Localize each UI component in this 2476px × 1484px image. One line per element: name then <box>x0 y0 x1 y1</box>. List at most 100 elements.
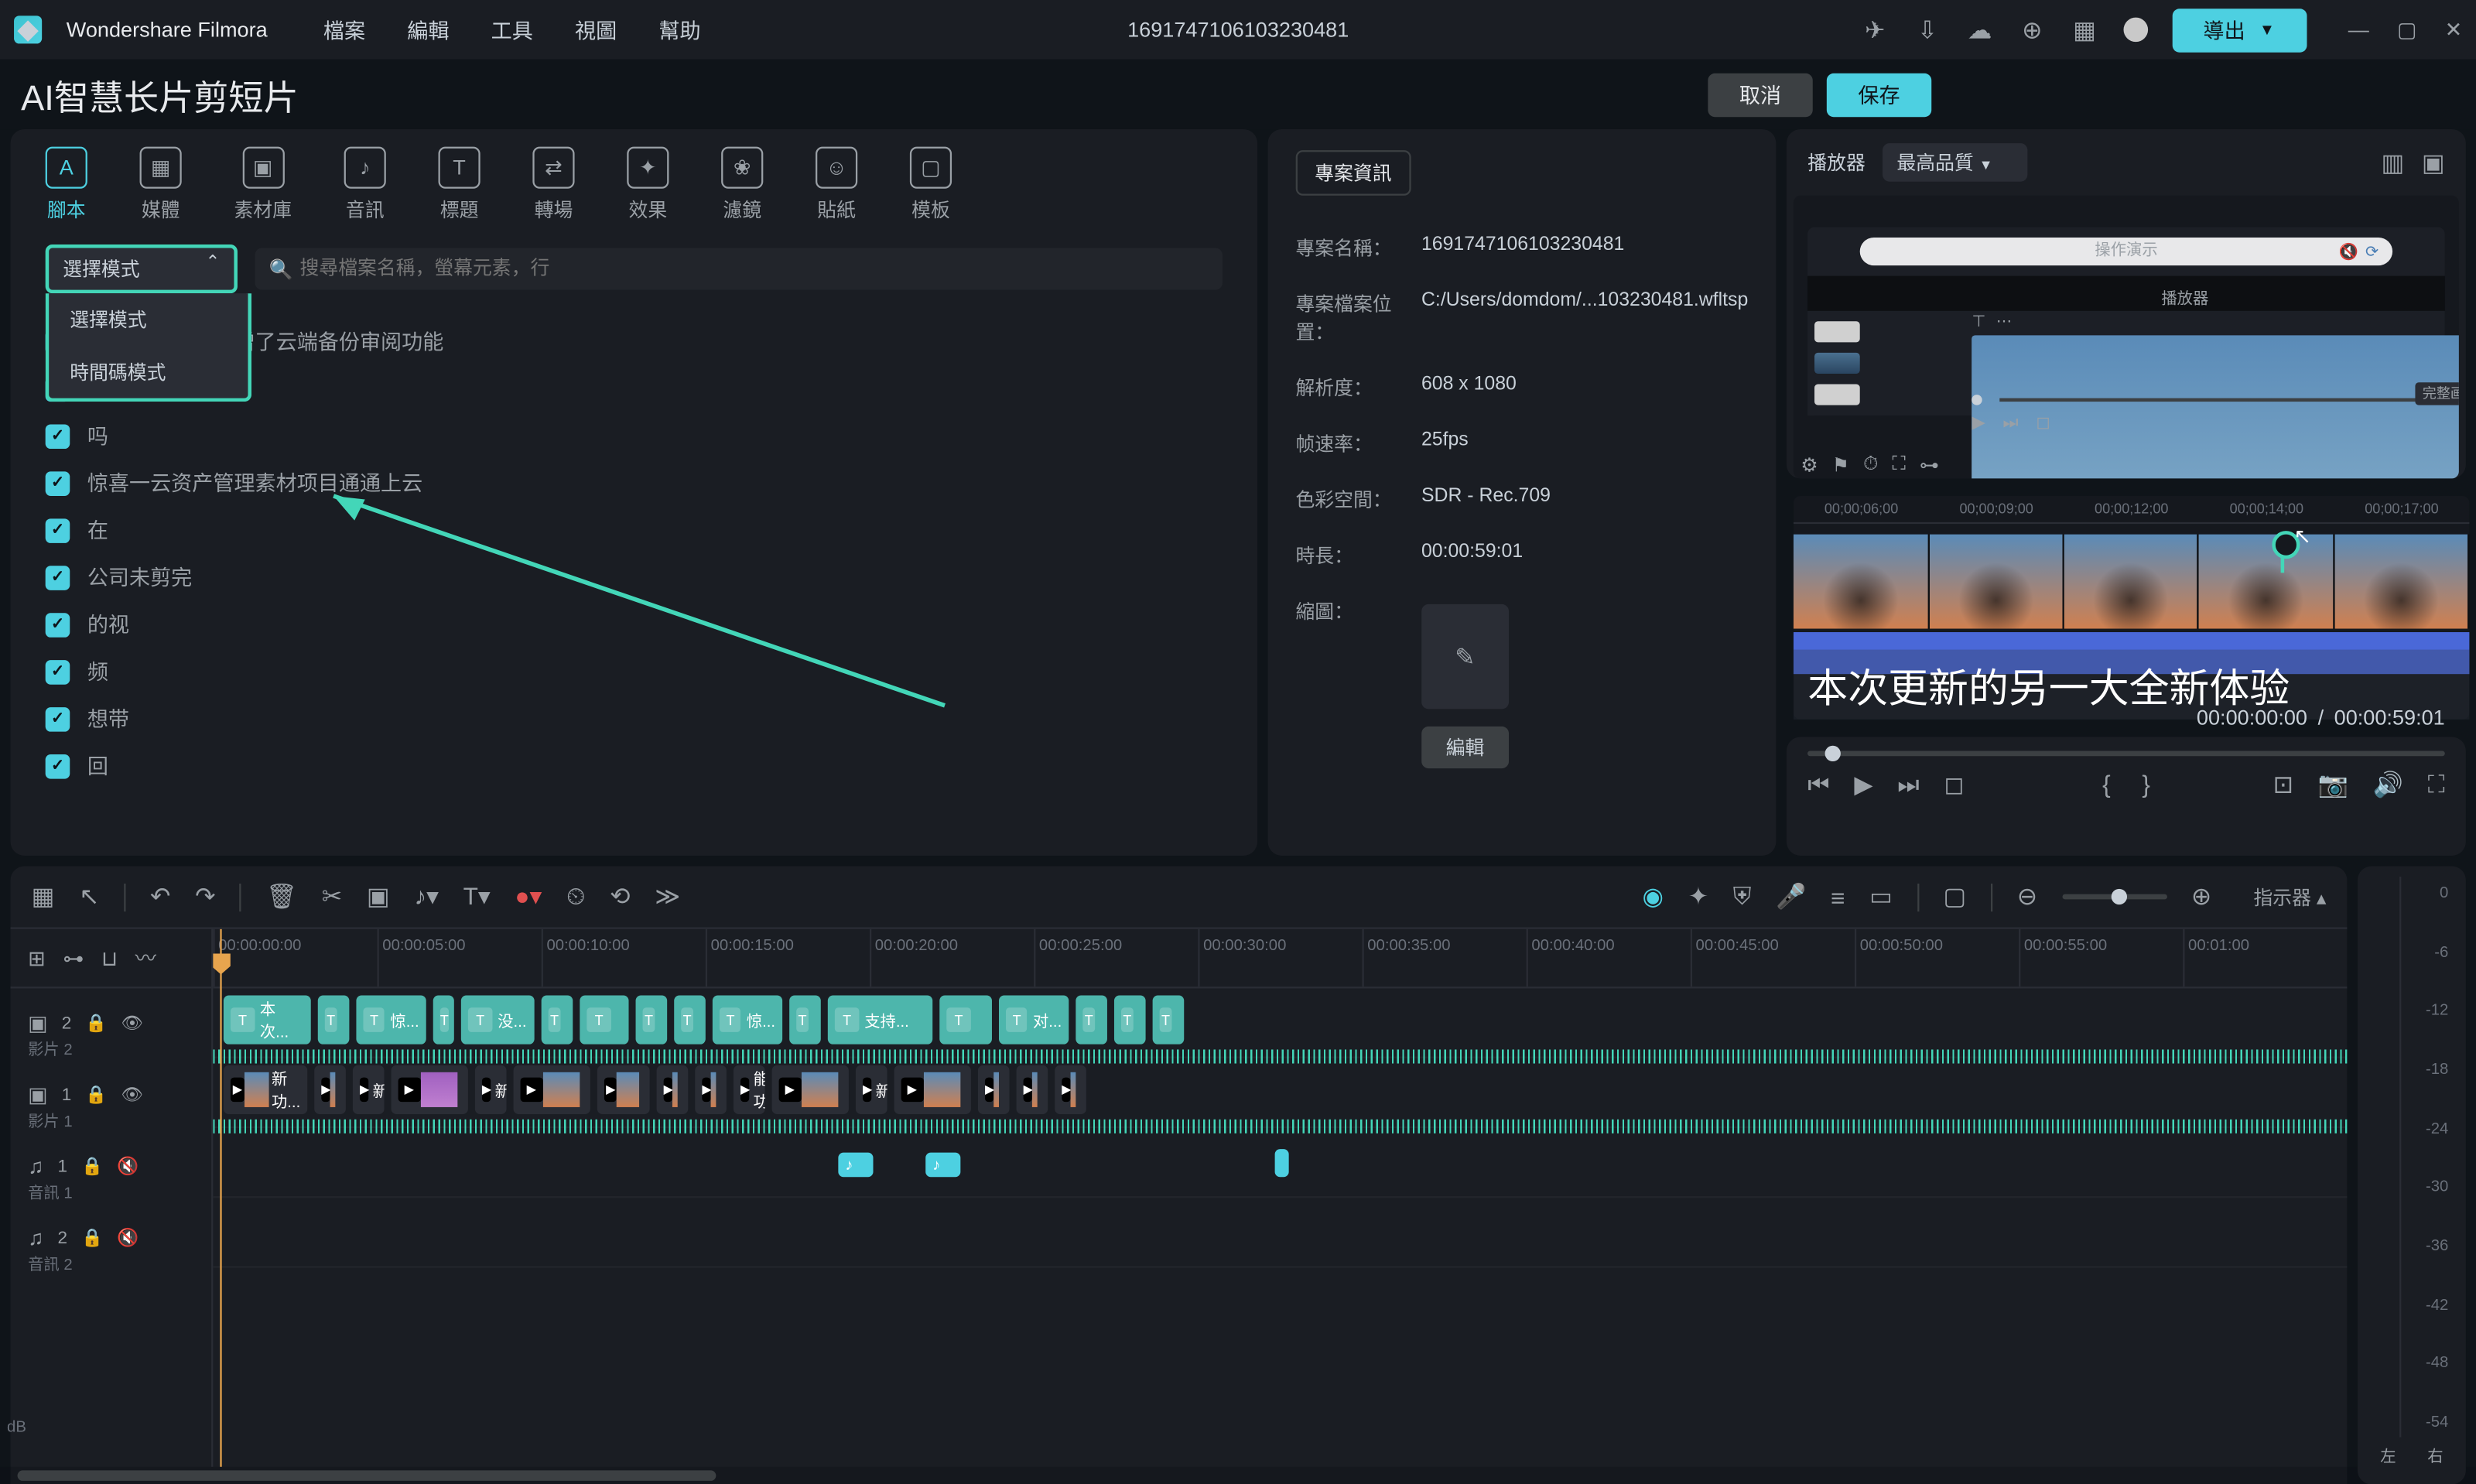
lock-icon[interactable]: 🔒 <box>85 1086 107 1105</box>
checkbox-icon[interactable]: ✓ <box>46 659 70 684</box>
script-row[interactable]: ✓惊喜一云资产管理素材项目通通上云 <box>46 460 1223 507</box>
marker-icon[interactable]: ⚑ <box>1832 453 1849 476</box>
crop-icon[interactable]: ⛶ <box>1892 453 1905 476</box>
timeline-ruler[interactable]: 00:00:00:0000:00:05:0000:00:10:0000:00:1… <box>213 929 2347 989</box>
video-clip[interactable]: ▶ <box>978 1065 1010 1114</box>
video-clip[interactable]: ▶新功... <box>224 1065 307 1114</box>
script-row[interactable]: ✓想带 <box>46 695 1223 742</box>
checkbox-icon[interactable]: ✓ <box>46 754 70 778</box>
picture-icon[interactable]: ▣ <box>2422 148 2445 177</box>
media-tab-1[interactable]: ▦媒體 <box>140 147 182 224</box>
timer-icon[interactable]: ⏱ <box>1863 453 1878 476</box>
stop-main-icon[interactable]: ◻ <box>1944 769 1964 798</box>
bracket-open-icon[interactable]: { <box>2102 770 2111 798</box>
mini-playhead[interactable] <box>2280 542 2284 573</box>
video-clip[interactable]: ▶ <box>657 1065 689 1114</box>
undo-icon[interactable]: ↶ <box>150 882 170 911</box>
text-clip[interactable]: T <box>939 995 992 1044</box>
scrubber-handle[interactable] <box>1825 746 1841 761</box>
thumbnail-box[interactable]: ✎ <box>1421 604 1509 709</box>
lock-icon[interactable]: 🔒 <box>85 1014 107 1033</box>
media-tab-8[interactable]: ☺貼紙 <box>816 147 857 224</box>
indicator-dropdown[interactable]: 指示器 ▴ <box>2253 883 2326 911</box>
text-track[interactable]: T本次...TT惊...TT没...TTTTT惊...TT支持...TT对...… <box>213 988 2347 1058</box>
track-link-icon[interactable]: ⊶ <box>63 945 84 970</box>
prev-clip-icon[interactable]: ⏮ <box>1807 769 1829 798</box>
video-clip[interactable]: ▶ <box>894 1065 971 1114</box>
send-icon[interactable]: ✈ <box>1861 15 1889 43</box>
text-clip[interactable]: T <box>1076 995 1107 1044</box>
media-tab-2[interactable]: ▣素材庫 <box>234 147 291 224</box>
checkbox-icon[interactable]: ✓ <box>46 706 70 731</box>
fullscreen-icon[interactable]: ⛶ <box>2428 769 2445 798</box>
script-row[interactable]: ✓吗 <box>46 412 1223 460</box>
music-icon[interactable]: ♪▾ <box>414 882 439 911</box>
text-clip[interactable]: T <box>542 995 573 1044</box>
audio-clip[interactable]: ♪ <box>838 1153 873 1178</box>
menu-file[interactable]: 檔案 <box>323 15 365 44</box>
text-clip[interactable]: T惊... <box>356 995 426 1044</box>
select-tool-icon[interactable]: ↖ <box>79 882 99 911</box>
checkbox-icon[interactable]: ✓ <box>46 612 70 637</box>
minimize-icon[interactable]: — <box>2348 18 2369 43</box>
cut-icon[interactable]: ✂ <box>322 882 342 911</box>
video-clip[interactable]: ▶ <box>1055 1065 1086 1114</box>
cancel-button[interactable]: 取消 <box>1708 73 1812 116</box>
video-clip[interactable]: ▶能功... <box>734 1065 765 1114</box>
mode-option-timecode[interactable]: 時間碼模式 <box>49 346 248 398</box>
cloud-icon[interactable]: ☁ <box>1966 15 1994 43</box>
mute-icon[interactable]: 🔇 <box>117 1157 139 1176</box>
camera-icon[interactable]: 📷 <box>2318 769 2348 798</box>
link-icon[interactable]: ⊶ <box>1920 453 1939 476</box>
download-icon[interactable]: ⇩ <box>1913 15 1941 43</box>
bracket-close-icon[interactable]: } <box>2142 770 2150 798</box>
grid-icon[interactable]: ▦ <box>2071 15 2098 43</box>
checkbox-icon[interactable]: ✓ <box>46 565 70 590</box>
lock-icon[interactable]: 🔒 <box>81 1229 103 1248</box>
sparkle-icon[interactable]: ✦ <box>1688 882 1708 911</box>
delete-icon[interactable]: 🗑 <box>266 882 297 911</box>
layout-icon[interactable]: ▦ <box>32 882 55 911</box>
script-row[interactable]: ✓的视 <box>46 600 1223 648</box>
headset-icon[interactable]: ⊕ <box>2018 15 2046 43</box>
video-clip[interactable]: ▶ <box>597 1065 650 1114</box>
media-tab-3[interactable]: ♪音訊 <box>344 147 386 224</box>
search-input[interactable] <box>293 248 1209 289</box>
eye-icon[interactable]: 👁 <box>121 1014 144 1033</box>
checkbox-icon[interactable]: ✓ <box>46 423 70 448</box>
zoom-slider[interactable] <box>2062 894 2166 900</box>
redo-icon[interactable]: ↷ <box>195 882 215 911</box>
settings-icon[interactable]: ⚙ <box>1801 453 1818 476</box>
audio-track-1[interactable]: ♪ ♪ <box>213 1128 2347 1198</box>
crop-tool-icon[interactable]: ▣ <box>367 882 390 911</box>
media-tab-9[interactable]: ▢模板 <box>910 147 952 224</box>
device-icon[interactable]: ▭ <box>1869 882 1893 911</box>
zoom-out-icon[interactable]: ⊖ <box>2017 882 2037 911</box>
mini-thumb[interactable] <box>1814 321 1860 342</box>
scrubber-dot[interactable] <box>1972 395 1982 405</box>
video-clip[interactable]: ▶新... <box>856 1065 887 1114</box>
text-clip[interactable]: T <box>636 995 668 1044</box>
compare-icon[interactable]: ▥ <box>2381 148 2404 177</box>
audio-track-2[interactable] <box>213 1198 2347 1267</box>
text-clip[interactable]: T <box>1114 995 1146 1044</box>
mini-video-track[interactable] <box>1794 535 2469 629</box>
script-row[interactable]: ✓公司未剪完 <box>46 553 1223 600</box>
mini-thumb[interactable] <box>1814 385 1860 405</box>
script-row[interactable]: ✓频 <box>46 648 1223 695</box>
save-button[interactable]: 保存 <box>1827 73 1931 116</box>
playhead[interactable] <box>220 929 221 1467</box>
frame-icon[interactable]: ▢ <box>1943 882 1966 911</box>
text-clip[interactable]: T <box>433 995 454 1044</box>
text-clip[interactable]: T <box>789 995 821 1044</box>
media-tab-7[interactable]: ❀濾鏡 <box>721 147 763 224</box>
timeline-scrollbar[interactable] <box>11 1467 2348 1484</box>
edit-button[interactable]: 編輯 <box>1421 727 1509 768</box>
mode-option-select[interactable]: 選擇模式 <box>49 293 248 346</box>
track-add-icon[interactable]: ⊞ <box>28 945 46 970</box>
search-field[interactable]: 🔍 <box>255 248 1223 289</box>
audio-clip[interactable]: ♪ <box>925 1153 960 1178</box>
checkbox-icon[interactable]: ✓ <box>46 518 70 542</box>
ai-icon[interactable]: ◉ <box>1643 882 1664 911</box>
text-clip[interactable]: T没... <box>461 995 535 1044</box>
